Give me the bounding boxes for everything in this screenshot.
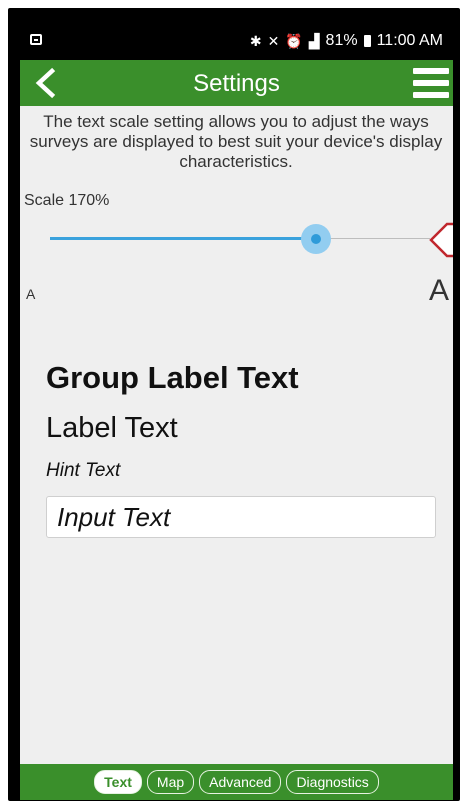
hamburger-menu-icon	[413, 68, 449, 74]
page-title: Settings	[193, 70, 280, 97]
battery-icon	[363, 35, 371, 47]
tab-advanced[interactable]: Advanced	[199, 770, 282, 794]
tab-text[interactable]: Text	[94, 770, 142, 794]
alarm-icon: ⏰	[285, 32, 303, 49]
group-label-preview: Group Label Text	[46, 360, 299, 395]
notification-icon	[30, 34, 42, 45]
phone-screen: ✱ ✕ ⏰ ▟ 81% 11:00 AM Settings The text s…	[20, 24, 453, 800]
callout-arrow-icon	[429, 222, 453, 258]
text-scale-slider[interactable]	[50, 224, 430, 254]
menu-button[interactable]	[413, 68, 449, 98]
app-bar: Settings	[20, 60, 453, 106]
input-preview-field[interactable]	[46, 496, 436, 538]
bottom-tab-bar: Text Map Advanced Diagnostics	[20, 764, 453, 800]
clock: 11:00 AM	[376, 32, 443, 49]
status-icons: ✱ ✕ ⏰ ▟ 81% 11:00 AM	[250, 32, 443, 50]
max-scale-label: A	[428, 274, 449, 307]
battery-text: 81%	[325, 32, 358, 49]
status-bar: ✱ ✕ ⏰ ▟ 81% 11:00 AM	[20, 24, 453, 60]
scale-label: Scale 170%	[24, 192, 110, 209]
slider-fill	[50, 237, 316, 240]
label-preview: Label Text	[46, 412, 178, 444]
bluetooth-icon: ✱	[249, 32, 262, 49]
scale-description: The text scale setting allows you to adj…	[29, 112, 443, 171]
hint-preview: Hint Text	[46, 460, 121, 481]
signal-icon: ▟	[308, 32, 320, 49]
tab-diagnostics[interactable]: Diagnostics	[286, 770, 379, 794]
mute-icon: ✕	[267, 32, 280, 49]
slider-thumb[interactable]	[311, 234, 321, 244]
tab-map[interactable]: Map	[146, 770, 195, 794]
min-scale-label: A	[26, 286, 36, 302]
